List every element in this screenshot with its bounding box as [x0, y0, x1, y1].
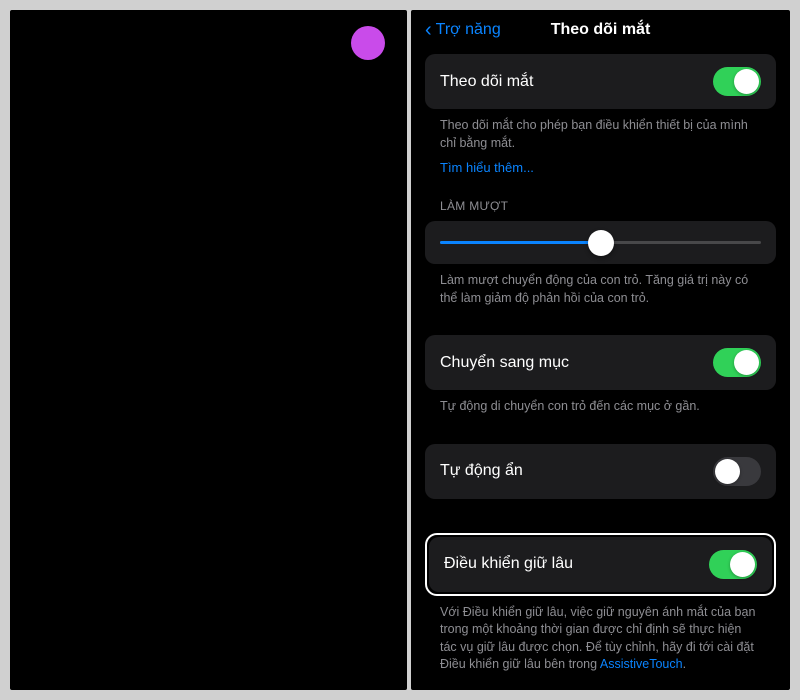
snap-to-item-label: Chuyển sang mục	[440, 354, 569, 372]
dwell-control-row: Điều khiển giữ lâu	[429, 537, 772, 592]
dwell-control-description: Với Điều khiển giữ lâu, việc giữ nguyên …	[425, 596, 776, 678]
dwell-control-toggle[interactable]	[709, 550, 757, 579]
assistivetouch-link[interactable]: AssistiveTouch	[600, 657, 683, 671]
smoothing-slider[interactable]	[440, 241, 761, 244]
slider-fill	[440, 241, 601, 244]
snap-to-item-description: Tự động di chuyển con trỏ đến các mục ở …	[425, 390, 776, 420]
smoothing-slider-card	[425, 221, 776, 264]
toggle-knob	[715, 459, 740, 484]
settings-panel: ‹ Trợ năng Theo dõi mắt Theo dõi mắt The…	[411, 10, 790, 690]
snap-to-item-toggle[interactable]	[713, 348, 761, 377]
slider-thumb[interactable]	[588, 230, 614, 256]
dwell-control-desc-text: Với Điều khiển giữ lâu, việc giữ nguyên …	[440, 605, 755, 672]
smoothing-section-label: LÀM MƯỢT	[425, 177, 776, 221]
dwell-control-label: Điều khiển giữ lâu	[444, 555, 573, 573]
eye-tracking-cursor-dot	[351, 26, 385, 60]
nav-header: ‹ Trợ năng Theo dõi mắt	[411, 10, 790, 54]
smoothing-description: Làm mượt chuyển động của con trỏ. Tăng g…	[425, 264, 776, 311]
chevron-left-icon: ‹	[425, 20, 432, 40]
eye-tracking-description: Theo dõi mắt cho phép bạn điều khiển thi…	[425, 109, 776, 156]
auto-hide-row: Tự động ẩn	[425, 444, 776, 499]
learn-more-link[interactable]: Tìm hiểu thêm...	[425, 156, 549, 175]
eye-tracking-toggle[interactable]	[713, 67, 761, 96]
back-label: Trợ năng	[436, 21, 501, 39]
auto-hide-toggle[interactable]	[713, 457, 761, 486]
toggle-knob	[734, 350, 759, 375]
page-title: Theo dõi mắt	[551, 21, 651, 39]
left-preview-panel	[10, 10, 407, 690]
toggle-knob	[730, 552, 755, 577]
back-button[interactable]: ‹ Trợ năng	[425, 20, 501, 40]
dwell-control-highlight: Điều khiển giữ lâu	[425, 533, 776, 596]
snap-to-item-row: Chuyển sang mục	[425, 335, 776, 390]
eye-tracking-label: Theo dõi mắt	[440, 73, 533, 91]
toggle-knob	[734, 69, 759, 94]
eye-tracking-row: Theo dõi mắt	[425, 54, 776, 109]
dwell-control-suffix: .	[683, 657, 686, 671]
auto-hide-label: Tự động ẩn	[440, 462, 523, 480]
